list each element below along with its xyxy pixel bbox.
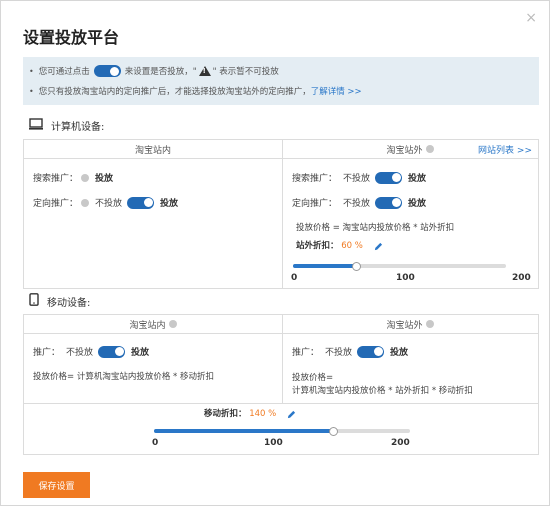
computer-outer-search-row: 搜索推广： 不投放 投放 [292, 171, 426, 184]
mobile-outer-header: 淘宝站外 [282, 315, 538, 334]
slider-tick: 100 [396, 273, 415, 283]
question-circle-icon[interactable] [425, 320, 434, 328]
outer-price-formula: 投放价格 = 淘宝站内投放价格 * 站外折扣 [296, 223, 455, 233]
question-circle-icon[interactable] [168, 320, 177, 328]
computer-outer-header: 淘宝站外 网站列表 >> [282, 140, 538, 159]
discount-value: 60 % [341, 241, 363, 251]
computer-inner-search-row: 搜索推广： 投放 [33, 171, 113, 184]
mobile-section-header: 移动设备: [29, 293, 90, 309]
save-settings-button[interactable]: 保存设置 [23, 472, 90, 498]
dialog-title: 设置投放平台 [23, 28, 120, 47]
discount-value: 140 % [249, 409, 277, 419]
slider-tick: 100 [264, 438, 283, 448]
monitor-icon [29, 118, 43, 133]
computer-outer-search-toggle[interactable] [375, 171, 403, 184]
on-label: 投放 [408, 199, 427, 209]
column-title: 淘宝站外 [386, 145, 423, 156]
warning-triangle-icon [198, 66, 211, 76]
notice-box: • 您可通过点击 来设置是否投放，" " 表示暂不可投放 • 您只有投放淘宝站内… [23, 57, 539, 105]
computer-inner-header: 淘宝站内 [24, 140, 282, 159]
on-label: 投放 [160, 199, 179, 209]
row-label: 定向推广： [33, 199, 79, 209]
question-circle-icon[interactable] [425, 145, 434, 153]
off-label: 不投放 [343, 199, 371, 209]
notice-text: 您只有投放淘宝站内的定向推广后，才能选择投放淘宝站外的定向推广， [38, 87, 311, 97]
mobile-inner-header: 淘宝站内 [24, 315, 282, 334]
notice-text: " 表示暂不可投放 [212, 67, 279, 77]
off-label: 不投放 [95, 199, 123, 209]
on-label: 投放 [390, 348, 409, 358]
divider [24, 403, 538, 404]
row-label: 推广： [292, 348, 320, 358]
computer-inner-target-toggle[interactable] [127, 196, 155, 209]
mobile-outer-price-formula: 计算机淘宝站内投放价格 * 站外折扣 * 移动折扣 [292, 386, 473, 396]
computer-outer-target-toggle[interactable] [375, 196, 403, 209]
mobile-outer-price-formula: 投放价格= [292, 373, 334, 383]
phone-icon [29, 293, 39, 309]
slider-tick: 200 [391, 438, 410, 448]
on-label: 投放 [408, 174, 427, 184]
row-label: 推广： [33, 348, 61, 358]
off-label: 不投放 [325, 348, 353, 358]
toggle-switch-icon [93, 65, 121, 77]
slider-tick: 0 [291, 273, 298, 283]
mobile-discount-row: 移动折扣： 140 % [204, 407, 296, 419]
pencil-icon[interactable] [374, 242, 382, 250]
column-title: 淘宝站内 [129, 320, 166, 331]
column-title: 淘宝站内 [134, 145, 171, 156]
pencil-icon[interactable] [287, 410, 296, 418]
column-divider [282, 140, 283, 288]
question-circle-icon[interactable] [81, 198, 90, 207]
mobile-section-label: 移动设备: [47, 297, 91, 309]
computer-inner-target-row: 定向推广： 不投放 投放 [33, 196, 178, 209]
site-list-link[interactable]: 网站列表 >> [478, 143, 532, 156]
slider-tick: 0 [152, 438, 159, 448]
computer-section-label: 计算机设备: [51, 122, 105, 133]
off-label: 不投放 [66, 348, 94, 358]
mobile-panel: 淘宝站内 淘宝站外 推广： 不投放 投放 投放价格= 计算机淘宝站内投放价格 *… [23, 314, 539, 455]
outer-discount-row: 站外折扣： 60 % [296, 239, 382, 251]
slider-fill [154, 429, 334, 433]
bullet: • [29, 66, 34, 76]
slider-fill [293, 264, 357, 268]
column-title: 淘宝站外 [386, 320, 423, 331]
set-platform-dialog: × 设置投放平台 • 您可通过点击 来设置是否投放，" " 表示暂不可投放 • … [0, 0, 550, 506]
question-circle-icon[interactable] [81, 173, 90, 182]
mobile-inner-promo-row: 推广： 不投放 投放 [33, 345, 149, 358]
discount-label: 站外折扣： [296, 241, 339, 251]
slider-handle[interactable] [352, 261, 362, 271]
mobile-discount-slider[interactable] [154, 426, 410, 436]
notice-text: 您可通过点击 [38, 67, 90, 77]
mobile-inner-promo-toggle[interactable] [98, 345, 126, 358]
mobile-outer-promo-row: 推广： 不投放 投放 [292, 345, 408, 358]
mobile-outer-promo-toggle[interactable] [357, 345, 385, 358]
discount-label: 移动折扣： [204, 409, 247, 419]
learn-more-link[interactable]: 了解详情 >> [311, 85, 362, 97]
off-label: 不投放 [343, 174, 371, 184]
close-icon[interactable]: × [525, 11, 537, 25]
computer-outer-target-row: 定向推广： 不投放 投放 [292, 196, 426, 209]
mobile-inner-price-formula: 投放价格= 计算机淘宝站内投放价格 * 移动折扣 [33, 372, 214, 382]
computer-panel: 淘宝站内 淘宝站外 网站列表 >> 搜索推广： 投放 定向推广： 不投放 投放 … [23, 139, 539, 289]
slider-handle[interactable] [328, 426, 338, 436]
column-divider [282, 315, 283, 404]
row-label: 定向推广： [292, 199, 338, 209]
row-label: 搜索推广： [292, 174, 338, 184]
notice-line-2: • 您只有投放淘宝站内的定向推广后，才能选择投放淘宝站外的定向推广， 了解详情 … [29, 81, 539, 101]
on-label: 投放 [131, 348, 150, 358]
notice-line-1: • 您可通过点击 来设置是否投放，" " 表示暂不可投放 [29, 61, 539, 81]
bullet: • [29, 86, 34, 96]
computer-section-header: 计算机设备: [29, 118, 104, 133]
row-label: 搜索推广： [33, 174, 79, 184]
notice-text: 来设置是否投放，" [124, 67, 197, 77]
outer-discount-slider[interactable] [293, 261, 506, 271]
slider-tick: 200 [512, 273, 531, 283]
status-text: 投放 [95, 174, 114, 184]
